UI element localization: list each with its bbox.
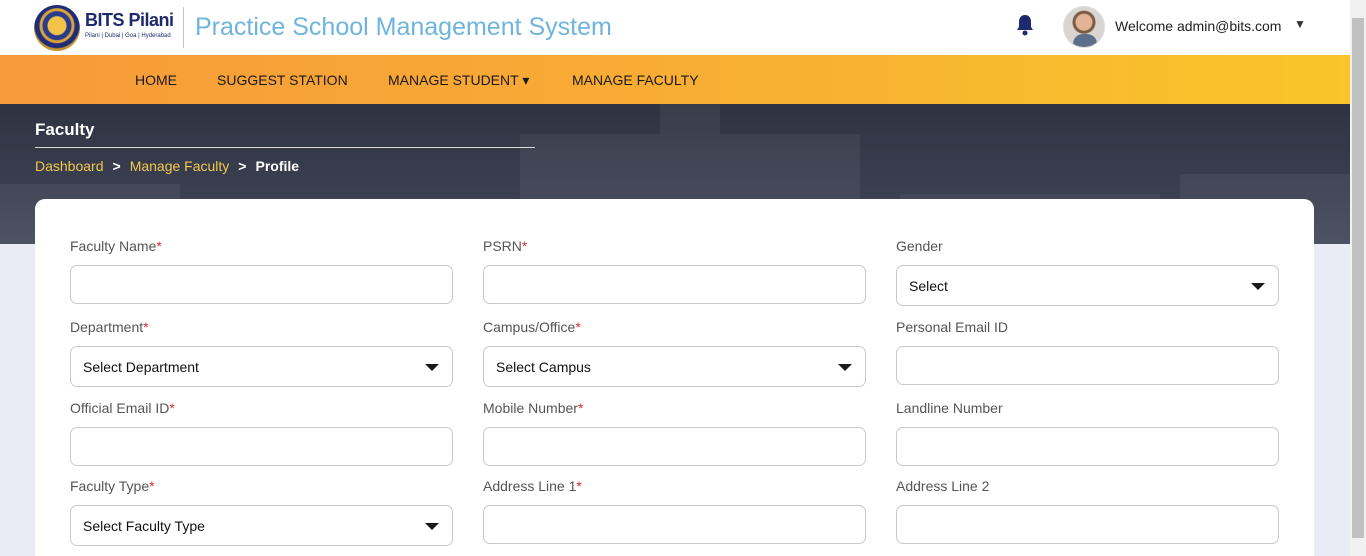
chevron-down-icon — [838, 364, 852, 371]
breadcrumb: Dashboard > Manage Faculty > Profile — [35, 158, 299, 174]
psrn-label: PSRN* — [483, 238, 528, 254]
welcome-text[interactable]: Welcome admin@bits.com — [1115, 18, 1281, 34]
chevron-down-icon — [425, 364, 439, 371]
personal-email-label: Personal Email ID — [896, 319, 1009, 335]
chevron-down-icon — [425, 523, 439, 530]
campus-label: Campus/Office* — [483, 319, 581, 335]
gender-selected: Select — [909, 278, 948, 294]
faculty-name-label: Faculty Name* — [70, 238, 162, 254]
personal-email-input[interactable] — [896, 346, 1279, 385]
landline-input[interactable] — [896, 427, 1279, 466]
chevron-down-icon — [1251, 283, 1265, 290]
mobile-label: Mobile Number* — [483, 400, 584, 416]
gender-label: Gender — [896, 238, 943, 254]
department-selected: Select Department — [83, 359, 199, 375]
official-email-label: Official Email ID* — [70, 400, 175, 416]
nav-home[interactable]: HOME — [135, 72, 177, 88]
logo-text[interactable]: BITS Pilani Pilani | Dubai | Goa | Hyder… — [85, 10, 174, 39]
department-label: Department* — [70, 319, 149, 335]
top-header: BITS Pilani Pilani | Dubai | Goa | Hyder… — [0, 0, 1350, 55]
nav-suggest-station[interactable]: SUGGEST STATION — [217, 72, 348, 88]
psrn-input[interactable] — [483, 265, 866, 304]
address-line-2-input[interactable] — [896, 505, 1279, 544]
title-divider — [35, 147, 535, 148]
faculty-name-input[interactable] — [70, 265, 453, 304]
user-avatar[interactable] — [1063, 6, 1105, 48]
gender-select[interactable]: Select — [896, 265, 1279, 306]
faculty-type-selected: Select Faculty Type — [83, 518, 205, 534]
nav-manage-faculty[interactable]: MANAGE FACULTY — [572, 72, 699, 88]
app-title: Practice School Management System — [195, 13, 612, 41]
logo-divider — [183, 7, 184, 48]
bell-icon[interactable] — [1015, 14, 1035, 36]
department-select[interactable]: Select Department — [70, 346, 453, 387]
breadcrumb-separator: > — [112, 158, 121, 174]
address-line-1-label: Address Line 1* — [483, 478, 582, 494]
main-nav: HOME SUGGEST STATION MANAGE STUDENT ▾ MA… — [0, 55, 1350, 104]
breadcrumb-manage-faculty[interactable]: Manage Faculty — [130, 158, 230, 174]
campus-selected: Select Campus — [496, 359, 591, 375]
page-title: Faculty — [35, 120, 95, 139]
campus-select[interactable]: Select Campus — [483, 346, 866, 387]
address-line-1-input[interactable] — [483, 505, 866, 544]
faculty-type-select[interactable]: Select Faculty Type — [70, 505, 453, 546]
user-menu-chevron-icon[interactable]: ▼ — [1294, 17, 1306, 31]
breadcrumb-current: Profile — [255, 158, 300, 174]
nav-manage-student[interactable]: MANAGE STUDENT ▾ — [388, 72, 529, 89]
bits-logo-seal[interactable] — [34, 5, 80, 51]
landline-label: Landline Number — [896, 400, 1003, 416]
faculty-type-label: Faculty Type* — [70, 478, 155, 494]
logo-name: BITS Pilani — [85, 10, 174, 30]
official-email-input[interactable] — [70, 427, 453, 466]
faculty-profile-form: Faculty Name* PSRN* Gender Select Depart… — [35, 199, 1314, 556]
address-line-2-label: Address Line 2 — [896, 478, 990, 494]
logo-subtitle: Pilani | Dubai | Goa | Hyderabad — [85, 33, 171, 39]
breadcrumb-separator: > — [238, 158, 247, 174]
breadcrumb-dashboard[interactable]: Dashboard — [35, 158, 104, 174]
mobile-input[interactable] — [483, 427, 866, 466]
scrollbar-thumb[interactable] — [1352, 18, 1364, 538]
